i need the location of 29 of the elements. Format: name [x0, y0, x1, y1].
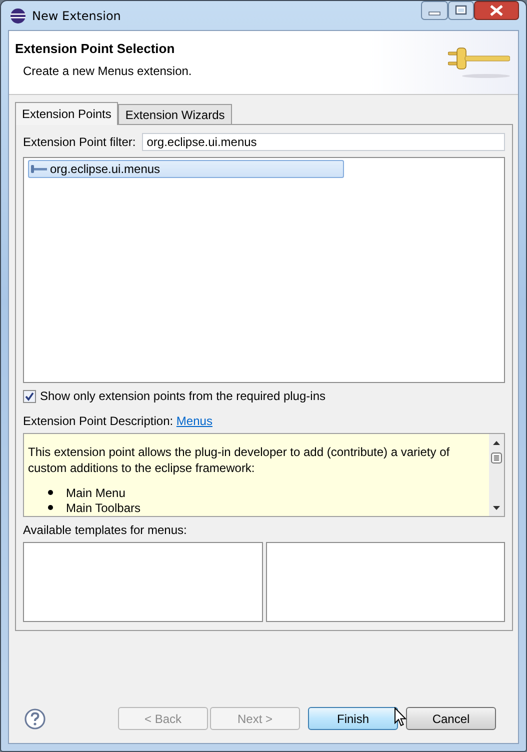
checkbox[interactable]	[23, 390, 36, 402]
app-icon	[10, 8, 26, 24]
close-button[interactable]	[474, 1, 519, 20]
minimize-button[interactable]	[421, 1, 448, 20]
page-title: Extension Point Selection	[15, 41, 176, 56]
plug-icon	[448, 45, 510, 79]
description-link[interactable]: Menus	[176, 414, 212, 428]
maximize-button[interactable]	[448, 1, 474, 20]
templates-label: Available templates for menus:	[23, 523, 188, 537]
page-message: Create a new Menus extension.	[23, 64, 193, 78]
tab[interactable]: Extension Wizards	[118, 104, 232, 124]
window-title: New Extension	[32, 8, 122, 22]
bullet-item: Main Toolbars	[66, 500, 140, 514]
tab[interactable]: Extension Points	[15, 102, 118, 125]
bullet-item: Main Menu	[66, 486, 126, 500]
scrollbar[interactable]	[489, 434, 504, 516]
checkbox-label[interactable]: Show only extension points from the required plug-ins	[40, 389, 326, 403]
dialog-button[interactable]: Finish	[308, 707, 398, 730]
description-text: This extension point allows the plug-in developer to add (contribute) a variety of custom additions to the eclipse framework:	[28, 444, 451, 476]
cursor-icon	[394, 707, 407, 727]
description-label: Extension Point Description: Menus	[23, 414, 214, 428]
dialog-button[interactable]: Cancel	[406, 707, 496, 730]
bullet-icon	[48, 490, 53, 495]
filter-field[interactable]: org.eclipse.ui.menus	[142, 133, 505, 151]
list-item[interactable]: org.eclipse.ui.menus	[28, 160, 344, 178]
filter-label: Extension Point filter:	[23, 135, 136, 149]
bullet-icon	[48, 505, 53, 510]
plug-icon	[31, 164, 47, 174]
help-icon[interactable]	[24, 708, 46, 730]
